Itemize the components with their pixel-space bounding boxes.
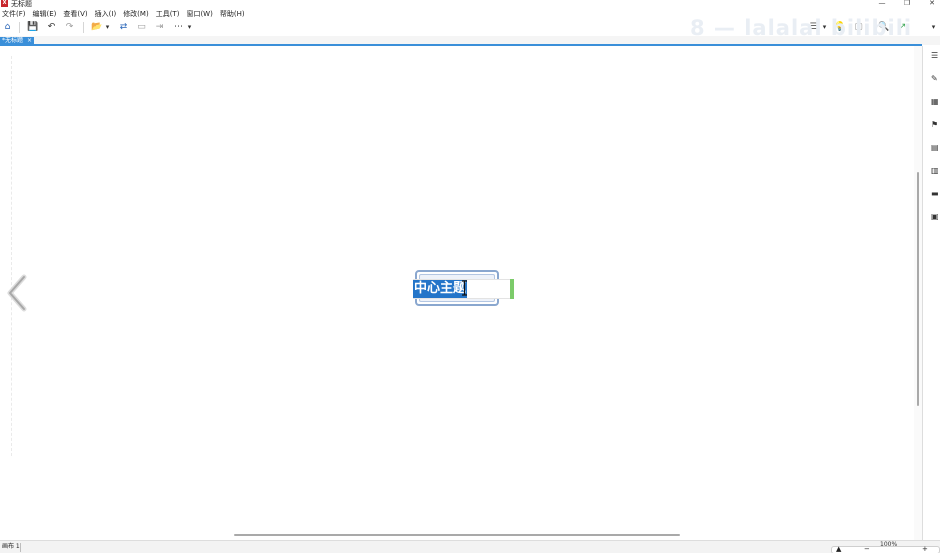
restore-button[interactable]: ❐	[897, 0, 917, 8]
minimize-button[interactable]: —	[872, 0, 892, 8]
mindmap-canvas[interactable]: 中心主题	[0, 46, 922, 540]
sheet-tab[interactable]: 画布 1	[2, 542, 20, 552]
undo-icon[interactable]: ↶	[46, 22, 57, 33]
menu-edit[interactable]: 编辑(E)	[33, 9, 57, 19]
export-icon[interactable]: ⇥	[154, 22, 165, 33]
menu-view[interactable]: 查看(V)	[63, 9, 87, 19]
task-icon[interactable]: ▣	[931, 212, 940, 221]
filter-icon[interactable]: ▲	[836, 545, 841, 553]
topic-editor-handle[interactable]	[510, 279, 514, 299]
notes-icon[interactable]: ▥	[931, 166, 940, 175]
redo-icon[interactable]: ↷	[64, 22, 75, 33]
outline-icon[interactable]: ☰	[931, 51, 940, 60]
format-icon[interactable]: ✎	[931, 74, 940, 83]
more-icon[interactable]: ⋯	[173, 22, 184, 33]
swap-icon[interactable]: ⇄	[118, 22, 129, 33]
save-icon[interactable]: 💾	[27, 22, 38, 33]
open-folder-icon[interactable]: 📂	[91, 22, 102, 33]
home-icon[interactable]: ⌂	[2, 22, 13, 33]
close-window-button[interactable]: ✕	[922, 0, 940, 8]
chevron-down-icon[interactable]: ▾	[104, 22, 111, 33]
chevron-down-icon[interactable]: ▾	[186, 22, 193, 33]
comment-icon[interactable]: ▬	[931, 189, 940, 198]
horizontal-scrollbar[interactable]	[234, 534, 680, 536]
text-cursor-icon	[462, 280, 467, 296]
window-title: 无标题	[11, 0, 32, 8]
flag-icon[interactable]: ⚑	[931, 120, 940, 129]
toolbar-separator	[83, 22, 84, 33]
vertical-scrollbar[interactable]	[917, 172, 919, 406]
zoom-level: 100%	[880, 541, 898, 548]
menu-file[interactable]: 文件(F)	[2, 9, 26, 19]
chevron-left-icon[interactable]	[2, 273, 32, 313]
title-bar: X 无标题 — ❐ ✕	[0, 0, 940, 9]
clipart-icon[interactable]: ▤	[931, 143, 940, 152]
app-icon: X	[1, 0, 8, 7]
picture-icon[interactable]: ▦	[931, 97, 940, 106]
zoom-in-button[interactable]: +	[922, 545, 928, 553]
topic-text-selection[interactable]: 中心主题	[413, 280, 467, 298]
zoom-out-button[interactable]: −	[864, 545, 870, 553]
menu-tools[interactable]: 工具(T)	[156, 9, 180, 19]
menu-help[interactable]: 帮助(H)	[220, 9, 245, 19]
menu-window[interactable]: 窗口(W)	[186, 9, 212, 19]
status-divider	[20, 543, 21, 552]
toolbar-separator	[19, 22, 20, 33]
menu-modify[interactable]: 修改(M)	[123, 9, 149, 19]
image-icon[interactable]: ▭	[136, 22, 147, 33]
status-bar: 画布 1	[0, 540, 940, 553]
tab-label: *无标题	[2, 37, 24, 44]
chevron-down-icon[interactable]: ▾	[930, 22, 937, 33]
canvas-guide	[11, 56, 12, 456]
menu-insert[interactable]: 插入(I)	[95, 9, 117, 19]
